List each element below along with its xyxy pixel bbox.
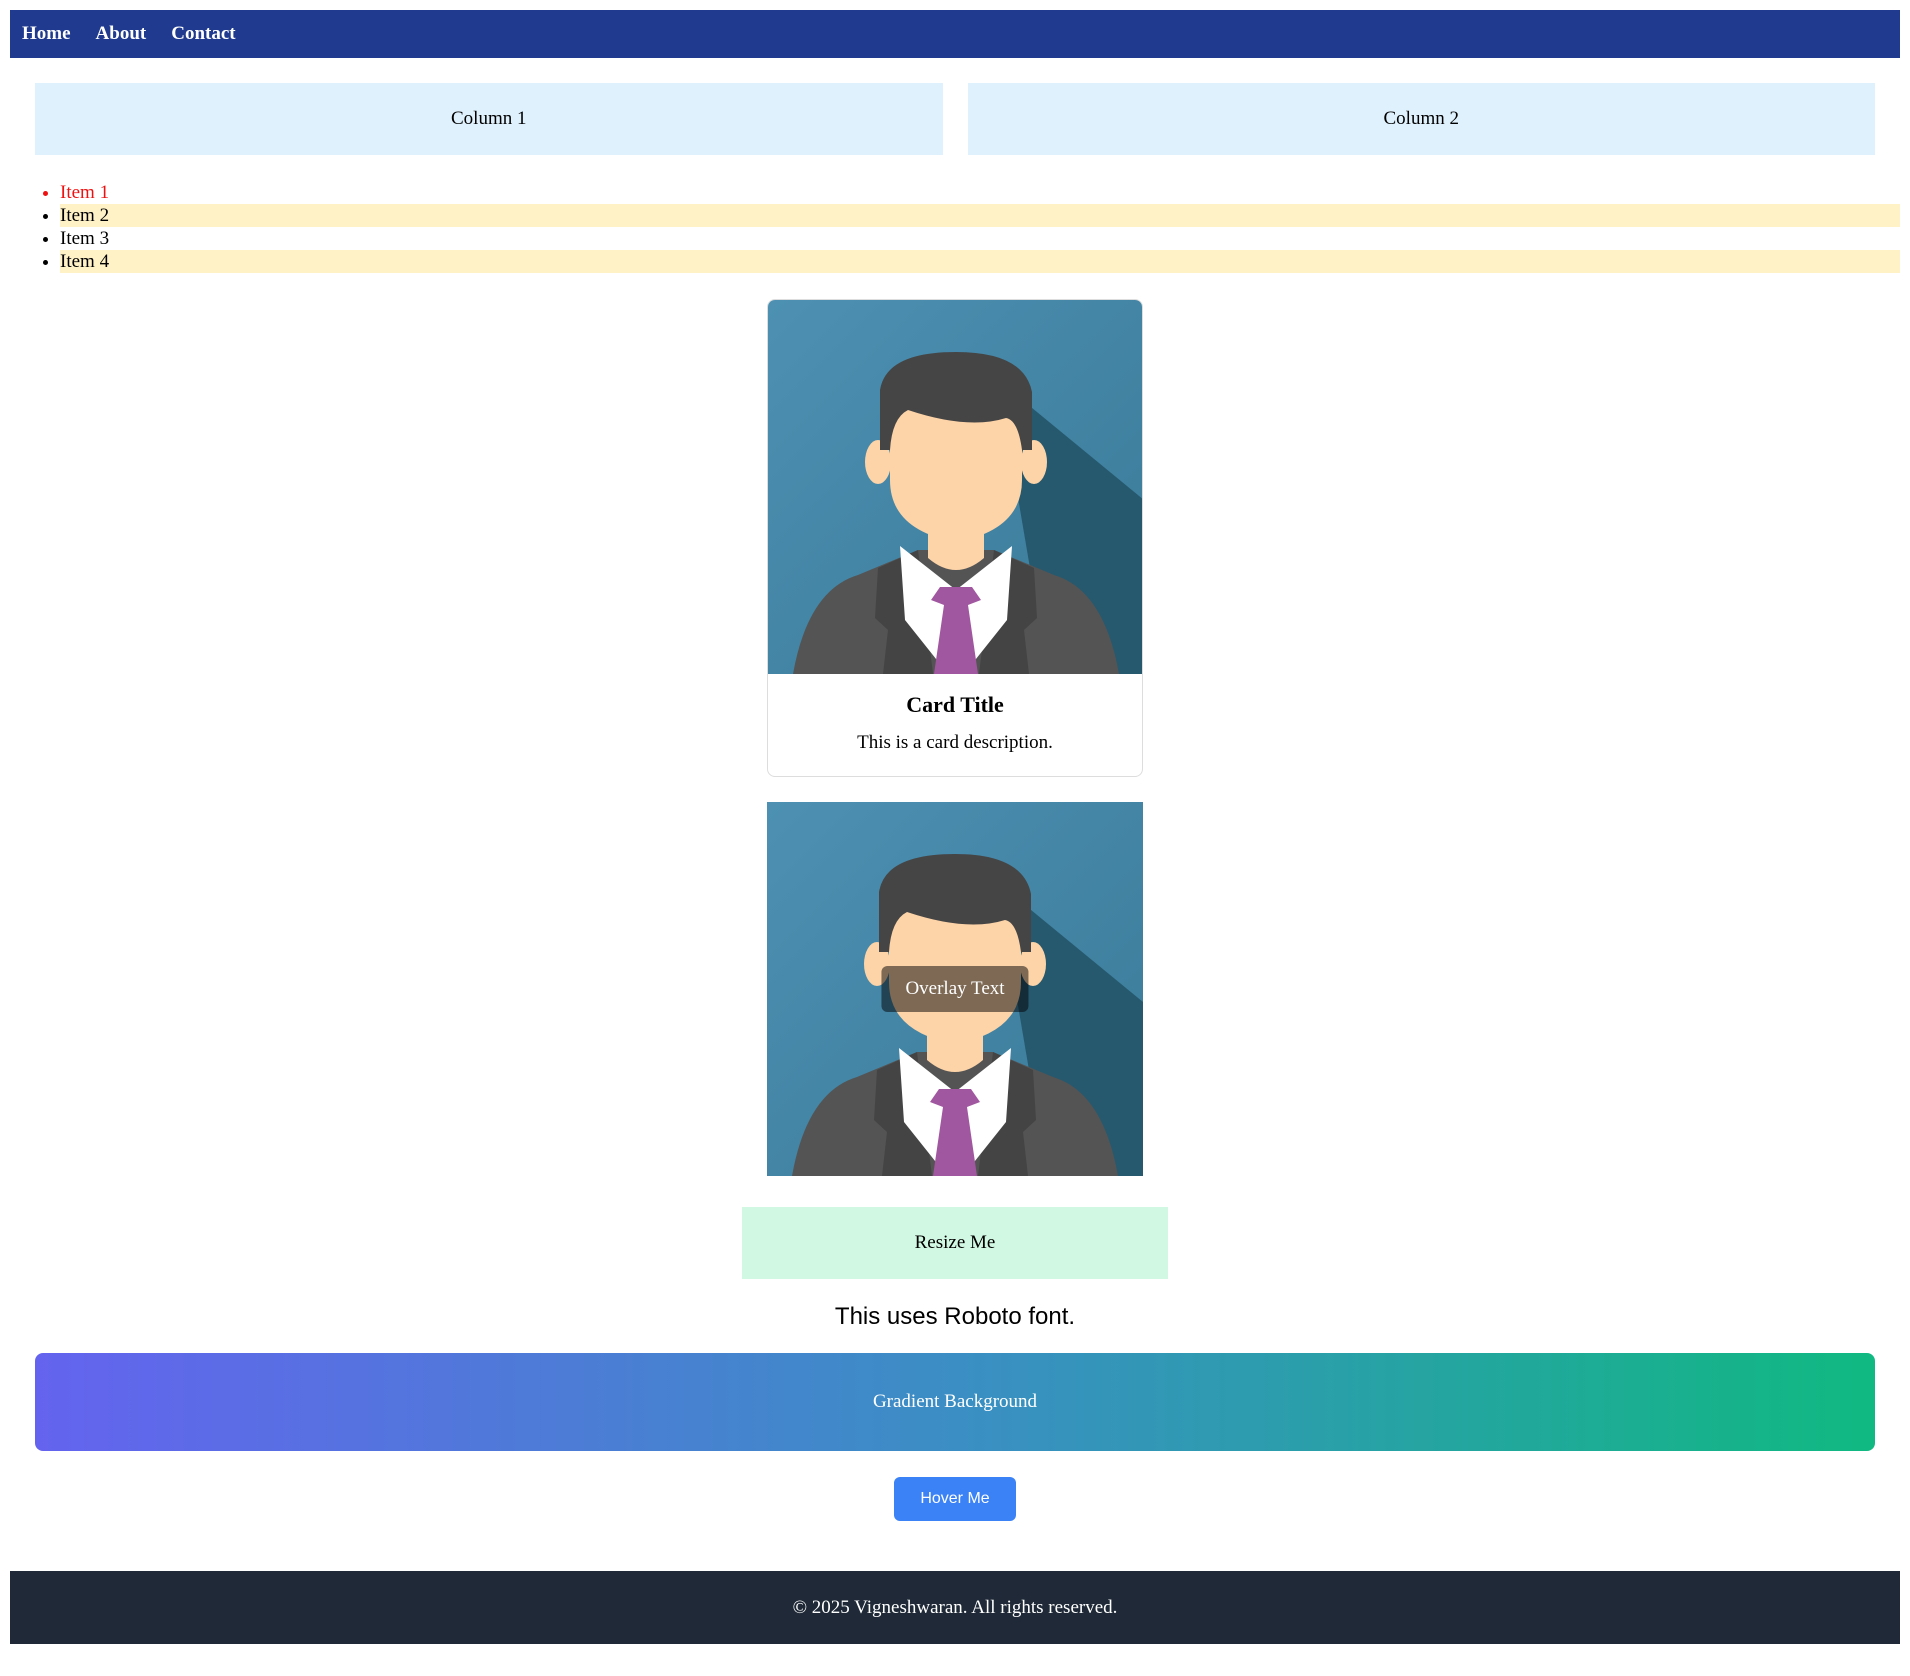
profile-card: Card Title This is a card description. — [767, 299, 1143, 777]
page: Home About Contact Column 1 Column 2 Ite… — [10, 10, 1900, 1644]
resize-box[interactable]: Resize Me — [742, 1207, 1168, 1279]
item-list: Item 1 Item 2 Item 3 Item 4 — [10, 181, 1900, 273]
list-item: Item 4 — [60, 250, 1900, 273]
nav-link-contact[interactable]: Contact — [171, 23, 235, 45]
list-item: Item 2 — [60, 204, 1900, 227]
copyright-text: © 2025 Vigneshwaran. All rights reserved… — [792, 1596, 1118, 1618]
column-2: Column 2 — [967, 83, 1875, 155]
hover-me-button[interactable]: Hover Me — [894, 1477, 1016, 1521]
font-demo-text: This uses Roboto font. — [834, 1303, 1076, 1330]
card-description: This is a card description. — [857, 732, 1053, 753]
list-item: Item 1 — [60, 181, 1900, 204]
two-column-row: Column 1 Column 2 — [10, 83, 1900, 155]
overlay-image-container: Overlay Text — [767, 802, 1143, 1176]
overlay-text: Overlay Text — [881, 966, 1029, 1012]
top-nav: Home About Contact — [10, 10, 1900, 58]
businessman-avatar-icon — [768, 300, 1142, 674]
button-row: Hover Me — [10, 1477, 1900, 1521]
page-footer: © 2025 Vigneshwaran. All rights reserved… — [10, 1571, 1900, 1644]
card-title: Card Title — [906, 692, 1004, 717]
gradient-banner: Gradient Background — [35, 1353, 1875, 1451]
list-item: Item 3 — [60, 227, 1900, 250]
card-body: Card Title This is a card description. — [768, 674, 1142, 776]
nav-link-home[interactable]: Home — [22, 23, 71, 45]
column-1: Column 1 — [35, 83, 943, 155]
nav-link-about[interactable]: About — [96, 23, 147, 45]
